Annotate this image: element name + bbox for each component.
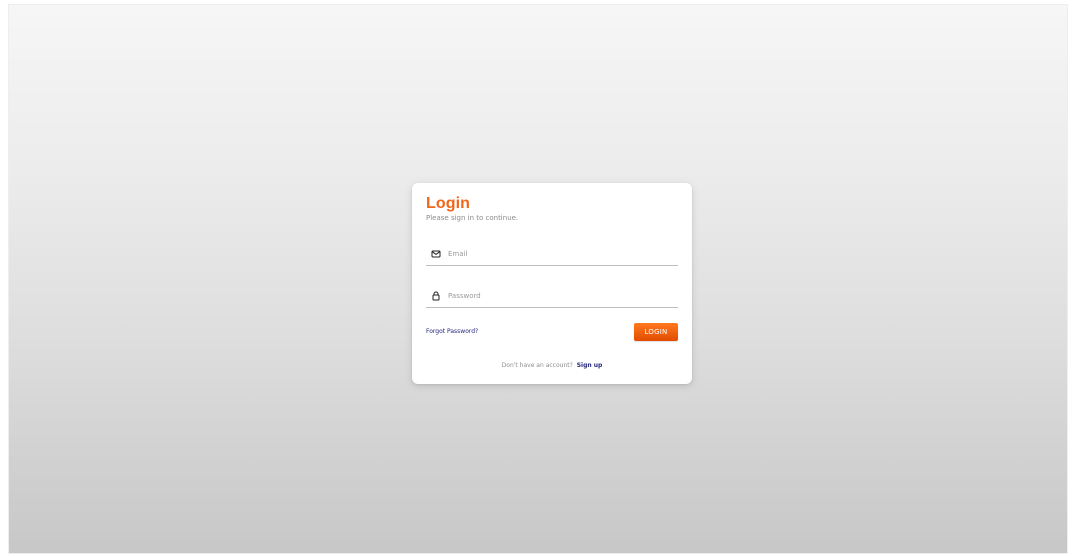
forgot-password-link[interactable]: Forgot Password?	[426, 328, 478, 336]
lock-icon	[431, 291, 441, 301]
email-input[interactable]	[448, 248, 668, 261]
sign-up-link[interactable]: Sign up	[577, 362, 603, 369]
page-background: Login Please sign in to continue. Forgot…	[8, 4, 1068, 554]
signup-prompt-text: Don't have an account?	[501, 362, 573, 369]
login-card: Login Please sign in to continue. Forgot…	[412, 183, 692, 384]
email-field[interactable]	[426, 246, 678, 266]
signup-prompt: Don't have an account? Sign up	[412, 362, 692, 370]
login-subtitle: Please sign in to continue.	[426, 214, 519, 222]
password-field[interactable]	[426, 288, 678, 308]
mail-icon	[431, 249, 441, 259]
password-input[interactable]	[448, 290, 668, 303]
login-title: Login	[426, 195, 471, 212]
login-button[interactable]: LOGIN	[634, 323, 678, 341]
